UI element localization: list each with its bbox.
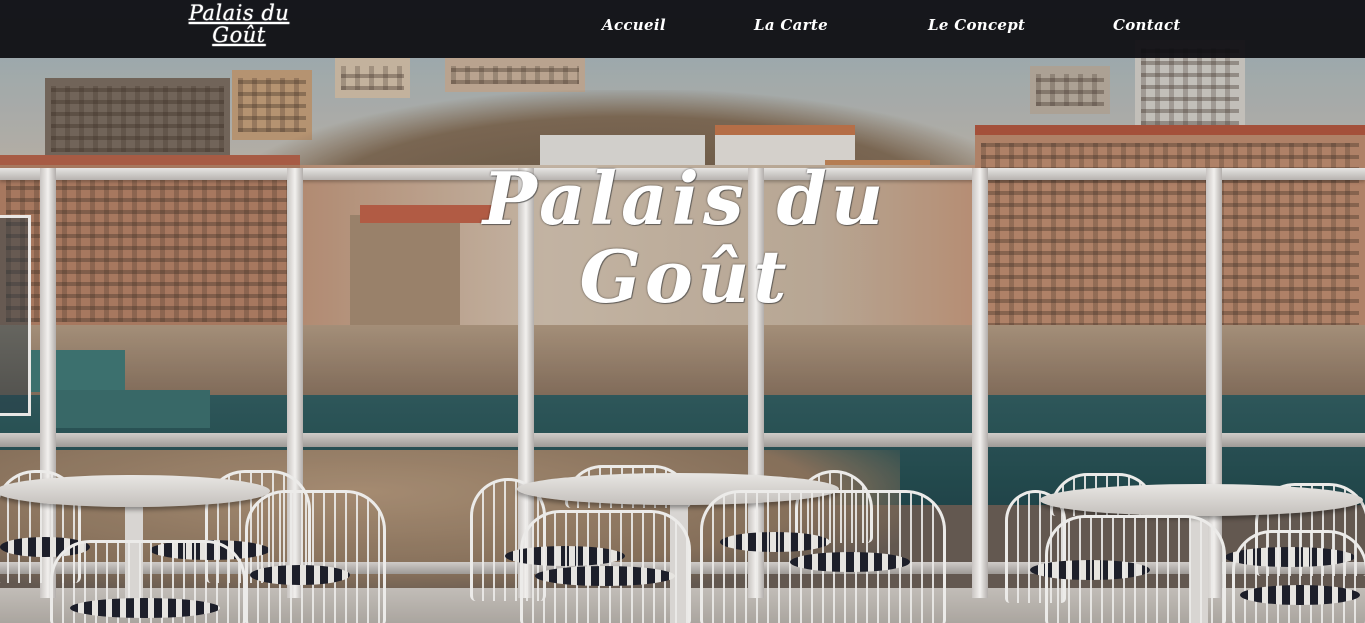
chair <box>1045 515 1226 623</box>
railing-middle <box>0 433 1365 447</box>
chair-cushion <box>250 565 350 585</box>
brand-logo-line1: Palais du <box>188 1 290 25</box>
chair <box>1232 530 1365 623</box>
window-panel <box>0 215 31 416</box>
brand-logo-line2: Goût <box>212 23 266 47</box>
chair-cushion <box>1240 585 1360 605</box>
brand-logo[interactable]: Palais du Goût <box>180 2 298 46</box>
nav-link-la-carte[interactable]: La Carte <box>754 16 828 34</box>
hero-title-line2: Goût <box>579 234 791 319</box>
table <box>0 475 270 507</box>
nav-link-contact[interactable]: Contact <box>1113 16 1181 34</box>
hero-title: Palais du Goût <box>470 160 900 316</box>
nav-link-accueil[interactable]: Accueil <box>602 16 666 34</box>
top-navbar: Palais du Goût Accueil La Carte Le Conce… <box>0 0 1365 58</box>
nav-link-le-concept[interactable]: Le Concept <box>928 16 1025 34</box>
chair-cushion <box>70 598 220 618</box>
table <box>1040 484 1363 516</box>
hero-title-line1: Palais du <box>482 156 888 241</box>
chair-cushion <box>790 552 910 572</box>
chair <box>245 490 386 623</box>
railing-post <box>972 168 988 598</box>
chair-cushion <box>535 566 675 586</box>
